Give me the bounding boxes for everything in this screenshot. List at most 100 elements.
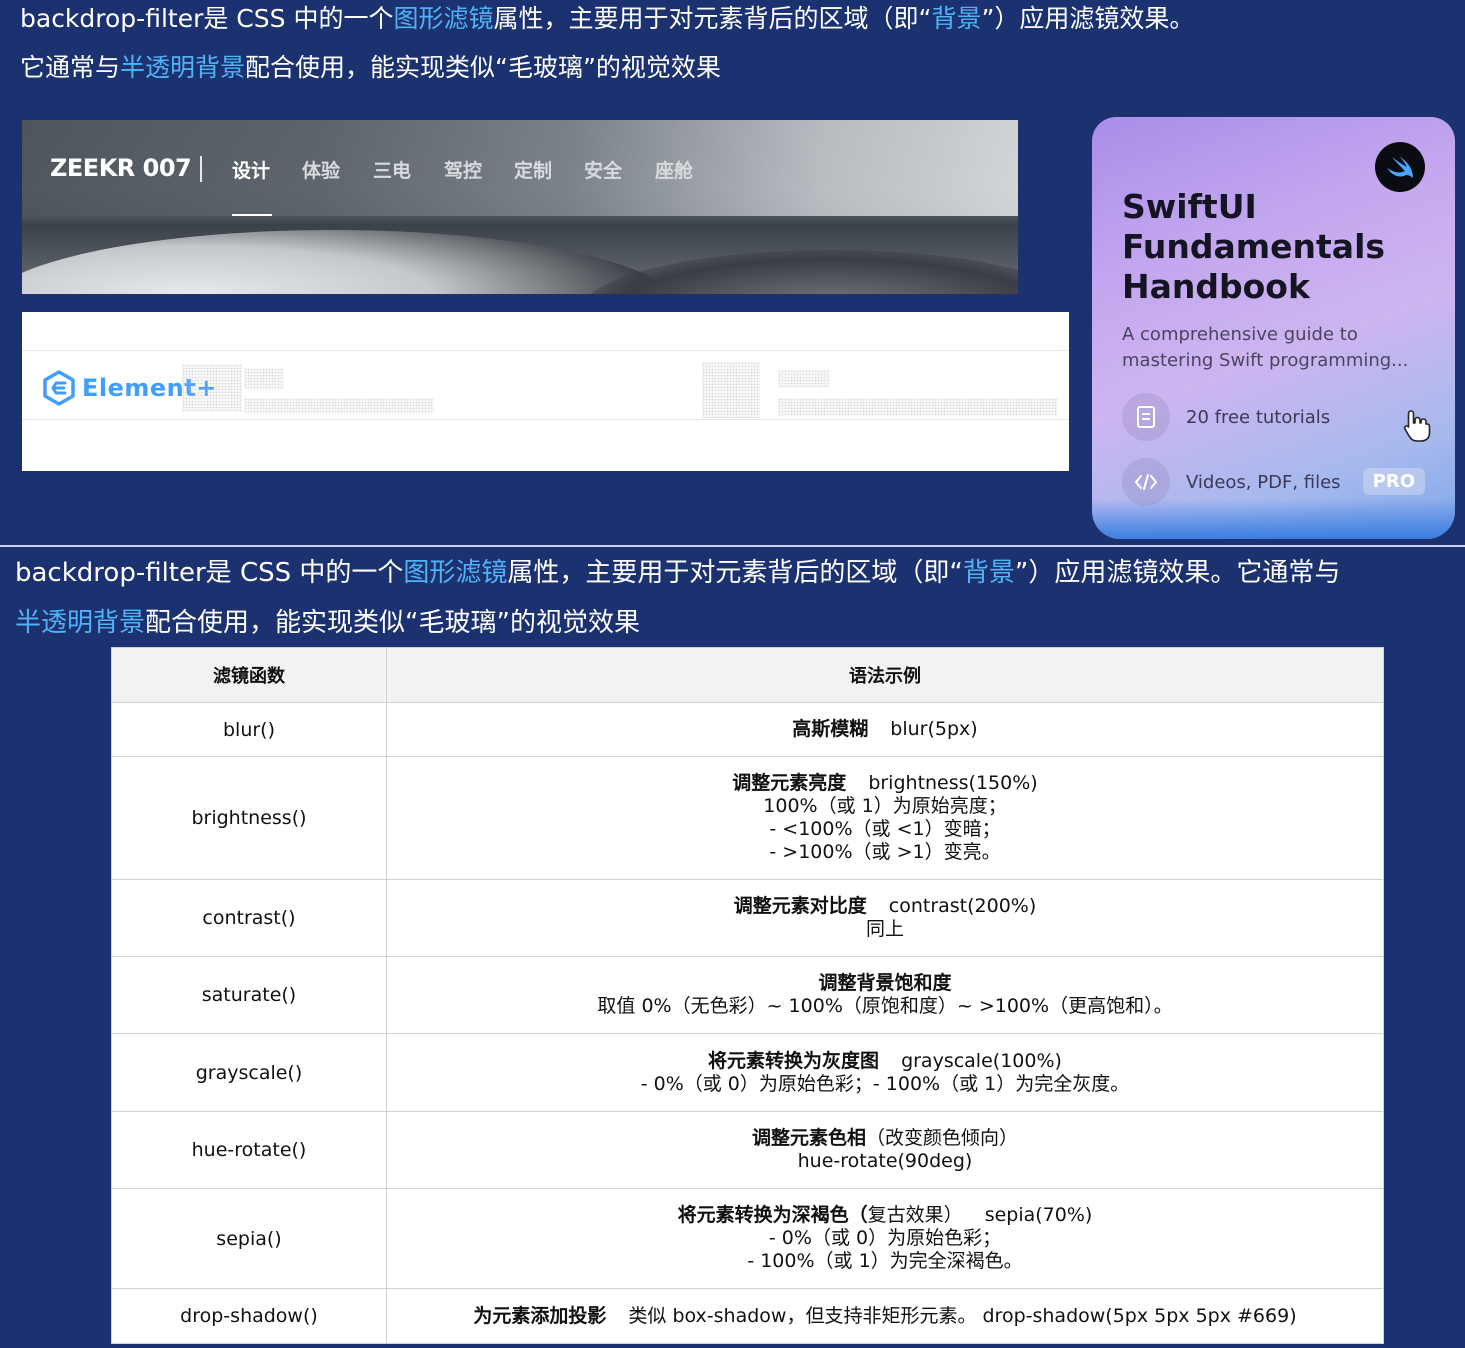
syntax-example-cell: 调整元素对比度 contrast(200%) 同上	[386, 879, 1384, 957]
syntax-line: 同上	[393, 918, 1377, 941]
blurred-text	[778, 370, 830, 388]
syntax-text: - 0%（或 0）为原始色彩；	[768, 1227, 1002, 1249]
nav-item-handling[interactable]: 驾控	[444, 156, 482, 183]
hand-cursor-icon	[1403, 410, 1431, 442]
syntax-line: - 100%（或 1）为完全深褐色。	[393, 1250, 1377, 1273]
active-underline	[232, 214, 272, 216]
paragraph-text: 属性，主要用于对元素背后的区域（即“	[493, 4, 932, 33]
header-border-bottom	[22, 419, 1069, 420]
tutorials-row[interactable]: 20 free tutorials	[1122, 393, 1330, 441]
syntax-line: 调整元素色相（改变颜色倾向）	[393, 1127, 1377, 1150]
blurred-text	[244, 368, 284, 390]
table-row: brightness() 调整元素亮度 brightness(150%) 100%（或…	[111, 756, 1384, 880]
syntax-example-cell: 将元素转换为深褐色（复古效果） sepia(70%) - 0%（或 0）为原始色彩；…	[386, 1188, 1384, 1289]
syntax-title: 为元素添加投影	[473, 1304, 607, 1327]
paragraph-text: 它通常与	[20, 53, 121, 82]
syntax-text: - <100%（或 <1）变暗；	[769, 818, 1001, 840]
blurred-text	[778, 398, 1058, 416]
paragraph-text: backdrop-filter是 CSS 中的一个	[20, 4, 394, 33]
nav-item-safety[interactable]: 安全	[584, 156, 622, 183]
media-row[interactable]: Videos, PDF, files	[1122, 458, 1341, 506]
nav-item-customize[interactable]: 定制	[514, 156, 552, 183]
syntax-line: - <100%（或 <1）变暗；	[393, 818, 1377, 841]
syntax-text: 类似 box-shadow，但支持非矩形元素。 drop-shadow(5px …	[628, 1304, 1297, 1327]
syntax-line: 调整元素亮度 brightness(150%)	[393, 772, 1377, 795]
syntax-text: grayscale(100%)	[901, 1049, 1062, 1072]
highlighted-term: 半透明背景	[120, 53, 246, 82]
syntax-text: - 100%（或 1）为完全深褐色。	[747, 1250, 1023, 1272]
syntax-example-cell: 调整元素亮度 brightness(150%) 100%（或 1）为原始亮度； - <…	[386, 756, 1384, 880]
table-row: hue-rotate() 调整元素色相（改变颜色倾向） hue-rotate(90d…	[111, 1111, 1384, 1189]
syntax-title: 将元素转换为深褐色（	[677, 1204, 868, 1226]
element-logo-icon	[43, 370, 75, 406]
zeekr-brand[interactable]: ZEEKR 007	[50, 154, 192, 182]
header-border-top	[22, 350, 1069, 351]
header-function: 滤镜函数	[111, 647, 387, 703]
syntax-text: - 0%（或 0）为原始色彩；- 100%（或 1）为完全灰度。	[640, 1072, 1130, 1095]
intro-line-2: 它通常与半透明背景配合使用，能实现类似“毛玻璃”的视觉效果	[20, 43, 1194, 92]
document-icon	[1122, 393, 1170, 441]
syntax-line: 为元素添加投影 类似 box-shadow，但支持非矩形元素。 drop-shad…	[393, 1305, 1377, 1328]
nav-item-experience[interactable]: 体验	[302, 156, 340, 183]
filter-functions-table: 滤镜函数 语法示例 blur() 高斯模糊 blur(5px) brightness(…	[111, 647, 1384, 1344]
intro-paragraph-bottom: backdrop-filter是 CSS 中的一个图形滤镜属性，主要用于对元素背…	[15, 548, 1340, 648]
syntax-example-cell: 调整元素色相（改变颜色倾向） hue-rotate(90deg)	[386, 1111, 1384, 1189]
highlighted-term: 背景	[931, 4, 982, 33]
swift-logo-icon	[1375, 142, 1425, 192]
intro-paragraph-top: backdrop-filter是 CSS 中的一个图形滤镜属性，主要用于对元素背…	[20, 0, 1194, 92]
syntax-text: 同上	[865, 918, 904, 940]
table-row: drop-shadow() 为元素添加投影 类似 box-shadow，但支持非矩形…	[111, 1288, 1384, 1344]
table-row: contrast() 调整元素对比度 contrast(200%) 同上	[111, 879, 1384, 957]
syntax-example-cell: 调整背景饱和度 取值 0%（无色彩）~ 100%（原饱和度）~ >100%（更高饱…	[386, 956, 1384, 1034]
table-row: grayscale() 将元素转换为灰度图 grayscale(100%) - 0%（…	[111, 1033, 1384, 1112]
table-header-row: 滤镜函数 语法示例	[111, 647, 1384, 703]
function-name-cell: hue-rotate()	[111, 1111, 387, 1189]
highlighted-term: 图形滤镜	[403, 558, 508, 588]
paragraph-text: 配合使用，能实现类似“毛玻璃”的视觉效果	[145, 608, 640, 638]
pro-badge: PRO	[1362, 468, 1425, 495]
syntax-text: hue-rotate(90deg)	[797, 1150, 973, 1172]
syntax-text: 取值 0%（无色彩）~ 100%（原饱和度）~ >100%（更高饱和）。	[597, 995, 1173, 1017]
function-name-cell: grayscale()	[111, 1033, 387, 1112]
nav-item-powertrain[interactable]: 三电	[373, 156, 411, 183]
syntax-title: 调整元素对比度	[733, 895, 867, 917]
swiftui-card[interactable]: SwiftUI Fundamentals Handbook A comprehe…	[1092, 117, 1455, 539]
blurred-text	[182, 364, 242, 412]
nav-item-cabin[interactable]: 座舱	[655, 156, 693, 183]
syntax-line: 高斯模糊 blur(5px)	[393, 718, 1377, 741]
syntax-text: 100%（或 1）为原始亮度；	[763, 795, 1007, 817]
function-name-cell: saturate()	[111, 956, 387, 1034]
table-row: blur() 高斯模糊 blur(5px)	[111, 702, 1384, 757]
intro-line-2: 半透明背景配合使用，能实现类似“毛玻璃”的视觉效果	[15, 598, 1340, 648]
table-row: saturate() 调整背景饱和度 取值 0%（无色彩）~ 100%（原饱和度）~…	[111, 956, 1384, 1034]
nav-separator	[200, 156, 202, 182]
zeekr-nav-banner: ZEEKR 007 设计 体验 三电 驾控 定制 安全 座舱	[22, 120, 1018, 294]
syntax-line: - 0%（或 0）为原始色彩；	[393, 1227, 1377, 1250]
syntax-line: 取值 0%（无色彩）~ 100%（原饱和度）~ >100%（更高饱和）。	[393, 995, 1377, 1018]
syntax-line: 调整背景饱和度	[393, 972, 1377, 995]
nav-item-design[interactable]: 设计	[232, 156, 270, 183]
tutorials-label: 20 free tutorials	[1186, 406, 1331, 428]
card-description: A comprehensive guide to mastering Swift…	[1122, 324, 1409, 371]
syntax-title: 调整元素色相	[751, 1127, 866, 1149]
syntax-example-cell: 将元素转换为灰度图 grayscale(100%) - 0%（或 0）为原始色彩；-…	[386, 1033, 1384, 1112]
syntax-text: sepia(70%)	[984, 1204, 1093, 1226]
function-name-cell: drop-shadow()	[111, 1288, 387, 1344]
paragraph-text: ”）应用滤镜效果。	[981, 4, 1195, 33]
header-syntax: 语法示例	[386, 647, 1384, 703]
element-plus-header: Element+	[22, 312, 1069, 471]
car-image-blur	[22, 230, 682, 294]
media-label: Videos, PDF, files	[1186, 471, 1341, 493]
syntax-title: 调整背景饱和度	[818, 972, 952, 994]
car-shadow	[582, 250, 1018, 294]
paragraph-text: backdrop-filter是 CSS 中的一个	[15, 558, 404, 588]
paragraph-text: 配合使用，能实现类似“毛玻璃”的视觉效果	[245, 53, 721, 82]
function-name-cell: contrast()	[111, 879, 387, 957]
highlighted-term: 背景	[962, 558, 1015, 588]
paragraph-text: 属性，主要用于对元素背后的区域（即“	[507, 558, 963, 588]
syntax-line: - 0%（或 0）为原始色彩；- 100%（或 1）为完全灰度。	[393, 1073, 1377, 1096]
syntax-text: brightness(150%)	[868, 772, 1038, 794]
section-divider	[0, 545, 1465, 547]
function-name-cell: brightness()	[111, 756, 387, 880]
syntax-line: - >100%（或 >1）变亮。	[393, 841, 1377, 864]
